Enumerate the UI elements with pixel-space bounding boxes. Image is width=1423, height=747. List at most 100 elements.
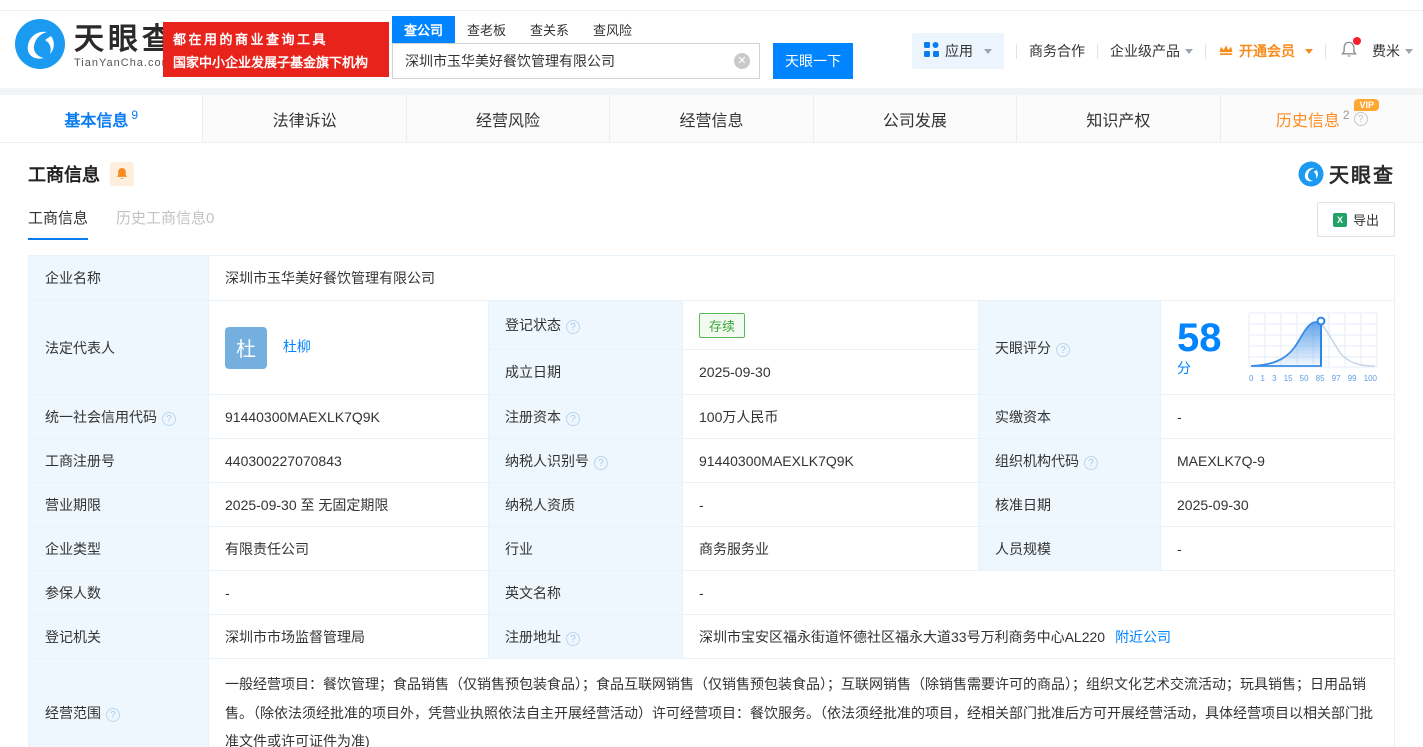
taxpayer-quality-value: - — [682, 482, 979, 527]
approval-date-value: 2025-09-30 — [1160, 482, 1395, 527]
tab-basic-info[interactable]: 基本信息 9 — [0, 95, 204, 142]
table-row: 工商注册号 440300227070843 纳税人识别号? 91440300MA… — [28, 438, 1395, 483]
reg-address-cell: 深圳市宝安区福永街道怀德社区福永大道33号万利商务中心AL220 附近公司 — [682, 614, 1395, 659]
tab-ip-label: 知识产权 — [1086, 112, 1151, 130]
site-logo[interactable]: 天眼查 TianYanCha.com — [14, 18, 176, 75]
help-icon[interactable]: ? — [594, 455, 608, 470]
search-tab-relation[interactable]: 查关系 — [518, 16, 581, 43]
tab-risk-label: 经营风险 — [476, 112, 541, 130]
score-distribution-chart: 0 1 3 15 50 85 97 99 100 — [1248, 312, 1378, 383]
tab-legal-label: 法律诉讼 — [272, 112, 337, 130]
subtab-history-business-info[interactable]: 历史工商信息0 — [116, 207, 214, 240]
search-tab-risk[interactable]: 查风险 — [581, 16, 644, 43]
username: 费米 — [1372, 43, 1400, 59]
avatar[interactable]: 杜 — [225, 326, 267, 369]
staff-size-value: - — [1160, 526, 1395, 571]
company-type-value: 有限责任公司 — [208, 526, 489, 571]
reg-status-label: 登记状态 — [505, 317, 561, 334]
vip-label: 开通会员 — [1239, 43, 1295, 59]
reg-status-cell: 存续 — [682, 299, 979, 351]
brand-domain: TianYanCha.com — [74, 56, 172, 69]
establish-date-label: 成立日期 — [488, 349, 683, 395]
tab-operation-label: 经营信息 — [679, 112, 744, 130]
tab-operating-risk[interactable]: 经营风险 — [407, 95, 611, 142]
tab-legal-proceedings[interactable]: 法律诉讼 — [203, 95, 407, 142]
promo-line1: 都在用的商业查询工具 — [173, 31, 329, 47]
apps-menu[interactable]: 应用 — [912, 33, 1004, 69]
help-icon[interactable]: ? — [106, 708, 120, 723]
vip-badge: VIP — [1354, 99, 1379, 111]
notification-dot — [1353, 37, 1361, 45]
company-name-label: 企业名称 — [28, 255, 209, 301]
business-scope-label: 经营范围 — [45, 705, 101, 722]
credit-code-value: 91440300MAEXLK7Q9K — [208, 394, 489, 439]
subtab-business-info[interactable]: 工商信息 — [28, 207, 89, 240]
tab-intellectual-property[interactable]: 知识产权 — [1017, 95, 1221, 142]
tab-company-development[interactable]: 公司发展 — [814, 95, 1018, 142]
apps-label: 应用 — [945, 43, 973, 59]
search-input[interactable] — [392, 43, 760, 79]
table-row: 登记机关 深圳市市场监督管理局 注册地址? 深圳市宝安区福永街道怀德社区福永大道… — [28, 614, 1395, 659]
menu-divider — [1016, 43, 1017, 59]
menu-enterprise-product[interactable]: 企业级产品 — [1110, 41, 1193, 61]
promo-line2: 国家中小企业发展子基金旗下机构 — [173, 54, 369, 70]
score-cell[interactable]: 58 分 0 1 3 15 50 85 97 99 100 — [1160, 300, 1395, 395]
tianyancha-logo-icon — [14, 18, 66, 75]
search-tab-company[interactable]: 查公司 — [392, 16, 456, 43]
notification-bell[interactable] — [1340, 37, 1361, 62]
export-button[interactable]: X 导出 — [1316, 202, 1395, 237]
legal-rep-link[interactable]: 杜柳 — [283, 338, 311, 354]
paid-capital-label: 实缴资本 — [978, 394, 1161, 439]
help-icon[interactable]: ? — [1084, 455, 1098, 470]
org-code-label: 组织机构代码 — [995, 452, 1079, 469]
promo-banner: 都在用的商业查询工具 国家中小企业发展子基金旗下机构 — [163, 22, 389, 77]
export-label: 导出 — [1352, 213, 1379, 228]
monitor-bell-icon[interactable] — [110, 161, 134, 186]
tab-history-info[interactable]: VIP 历史信息 2 ? — [1221, 95, 1423, 142]
search-tab-boss[interactable]: 查老板 — [455, 16, 518, 43]
status-badge: 存续 — [699, 312, 746, 338]
reg-number-value: 440300227070843 — [208, 438, 489, 483]
help-icon[interactable]: ? — [566, 320, 580, 335]
menu-business-cooperation[interactable]: 商务合作 — [1029, 41, 1085, 61]
section-title: 工商信息 — [28, 164, 100, 185]
section-header: 工商信息 天眼查 — [0, 143, 1423, 188]
watermark-text: 天眼查 — [1329, 165, 1395, 187]
help-icon[interactable]: ? — [566, 411, 580, 426]
clear-search-icon[interactable]: ✕ — [734, 53, 750, 69]
help-icon[interactable]: ? — [162, 411, 176, 426]
business-scope-value: 一般经营项目：餐饮管理；食品销售（仅销售预包装食品）；食品互联网销售（仅销售预包… — [208, 657, 1395, 747]
help-icon[interactable]: ? — [1353, 111, 1368, 126]
score-label-cell: 天眼评分? — [978, 300, 1161, 395]
menu-divider — [1325, 43, 1326, 59]
tab-history-label: 历史信息 — [1275, 112, 1340, 130]
help-icon[interactable]: ? — [566, 631, 580, 646]
tab-basic-label: 基本信息 — [64, 112, 129, 130]
chevron-down-icon — [984, 48, 992, 54]
score-label: 天眼评分 — [995, 339, 1051, 356]
insured-value: - — [208, 570, 489, 615]
reg-number-label: 工商注册号 — [28, 438, 209, 483]
table-row: 企业类型 有限责任公司 行业 商务服务业 人员规模 - — [28, 526, 1395, 571]
nearby-companies-link[interactable]: 附近公司 — [1115, 629, 1171, 645]
score-value: 58 — [1177, 315, 1222, 360]
open-vip-button[interactable]: 开通会员 — [1218, 41, 1313, 61]
score-marker — [1316, 316, 1326, 326]
site-header: 天眼查 TianYanCha.com 都在用的商业查询工具 国家中小企业发展子基… — [0, 11, 1423, 88]
search-button[interactable]: 天眼一下 — [773, 43, 853, 79]
taxpayer-id-label-cell: 纳税人识别号? — [488, 438, 683, 483]
top-menu: 应用 商务合作 企业级产品 开通会员 费米 — [912, 33, 1413, 69]
chevron-down-icon — [1405, 48, 1413, 54]
help-icon[interactable]: ? — [1056, 342, 1070, 357]
user-menu[interactable]: 费米 — [1372, 41, 1413, 61]
reg-capital-label: 注册资本 — [505, 408, 561, 425]
company-type-label: 企业类型 — [28, 526, 209, 571]
taxpayer-quality-label: 纳税人资质 — [488, 482, 683, 527]
tab-development-label: 公司发展 — [882, 112, 947, 130]
menu-divider — [1097, 43, 1098, 59]
tab-business-info[interactable]: 经营信息 — [610, 95, 814, 142]
reg-status-label-cell: 登记状态? — [488, 299, 683, 351]
credit-code-label-cell: 统一社会信用代码? — [28, 394, 209, 439]
brand-name: 天眼查 — [74, 22, 176, 56]
enterprise-label: 企业级产品 — [1110, 43, 1180, 59]
